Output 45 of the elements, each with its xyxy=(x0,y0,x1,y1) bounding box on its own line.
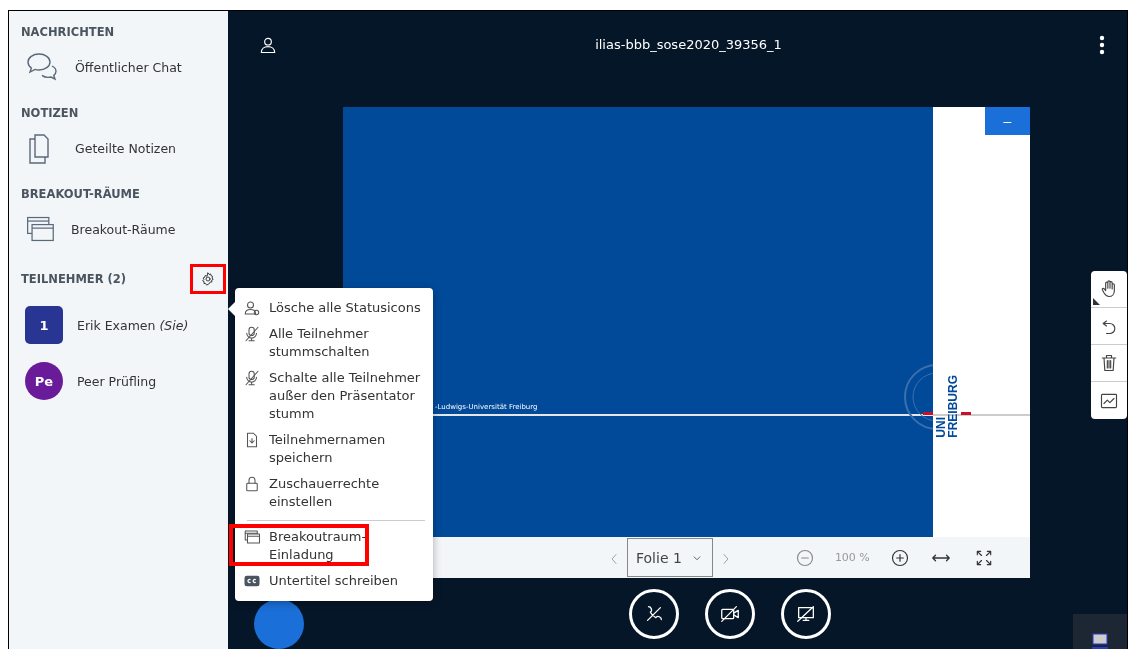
section-heading: NACHRICHTEN xyxy=(21,25,116,39)
menu-item[interactable]: Teilnehmernamen speichern xyxy=(235,428,433,472)
menu-item[interactable]: Zuschauerrechte einstellen xyxy=(235,472,433,516)
sidebar-item[interactable]: Breakout-Räume xyxy=(71,221,176,237)
sidebar-item[interactable]: Geteilte Notizen xyxy=(75,140,177,156)
actions-button[interactable] xyxy=(254,599,304,649)
minus-circle-icon xyxy=(794,547,815,568)
slide-select[interactable]: Folie 1 xyxy=(627,538,713,577)
menu-item[interactable]: Alle Teilnehmer stummschalten xyxy=(235,322,433,366)
corner-button[interactable] xyxy=(1073,614,1127,649)
plus-circle-icon xyxy=(889,547,910,568)
section-heading: TEILNEHMER (2) xyxy=(21,272,127,286)
screen-share-button[interactable] xyxy=(781,589,831,639)
muted-microphone-icon xyxy=(243,369,261,387)
vertical-dots-icon xyxy=(1099,35,1105,55)
chevron-right-icon xyxy=(720,554,731,564)
avatar: 1 xyxy=(25,306,63,344)
monitor-icon xyxy=(1091,632,1109,649)
university-logo: UNI FREIBURG xyxy=(935,375,959,438)
sidebar-item[interactable]: Öffentlicher Chat xyxy=(75,59,182,75)
avatar: Pe xyxy=(25,362,63,400)
crossed-camera-icon xyxy=(719,603,741,625)
settings-button[interactable] xyxy=(190,264,226,294)
minimize-button[interactable]: – xyxy=(985,107,1030,135)
chevron-left-icon xyxy=(609,554,619,564)
muted-microphone-icon xyxy=(243,325,261,343)
zoom-level: 100 % xyxy=(834,551,870,564)
participant-name[interactable]: Erik Examen (Sie) xyxy=(77,317,189,333)
person-icon xyxy=(258,35,278,55)
crossed-monitor-icon xyxy=(795,603,817,625)
section-heading: BREAKOUT-RÄUME xyxy=(21,187,141,201)
user-icon xyxy=(243,299,261,317)
gear-icon xyxy=(200,271,216,287)
lock-icon xyxy=(243,475,261,493)
menu-item[interactable]: Breakoutraum-Einladung xyxy=(235,525,433,569)
trash-icon xyxy=(1099,353,1119,373)
windows-icon xyxy=(243,528,261,546)
menu-item[interactable]: Untertitel schreiben xyxy=(235,569,433,595)
participant-name[interactable]: Peer Prüfling xyxy=(77,373,157,389)
leave-audio-button[interactable] xyxy=(629,589,679,639)
menu-item[interactable]: Lösche alle Statusicons xyxy=(235,296,433,322)
section-heading: NOTIZEN xyxy=(21,106,80,120)
menu-item[interactable]: Schalte alle Teilnehmer außer den Präsentator stumm xyxy=(235,366,433,428)
camera-button[interactable] xyxy=(705,589,755,639)
meeting-title: ilias-bbb_sose2020_39356_1 xyxy=(595,37,782,52)
